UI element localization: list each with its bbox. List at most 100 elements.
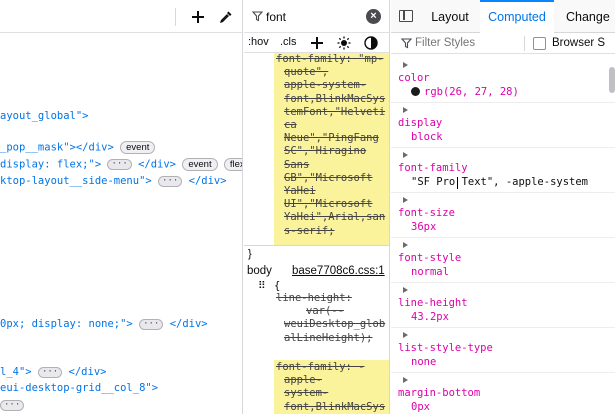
markup-line-2[interactable]: _pop__mask"></div> event [0,141,156,154]
declaration-line: GB","Microsoft [284,171,373,184]
declaration-line: alLineHeight); [284,331,373,344]
computed-property-name[interactable]: line-height [398,297,468,309]
rules-filter-input[interactable]: font [266,10,286,24]
browser-styles-label: Browser S [552,37,606,49]
computed-property-value: rgb(26, 27, 28) [411,86,519,98]
light-theme-icon[interactable] [337,36,351,50]
collapsed-content-button[interactable]: ··· [107,159,132,170]
event-badge[interactable]: event [120,141,156,154]
declaration-line: system- [284,387,329,400]
markup-toolbar [0,0,242,33]
computed-property-name[interactable]: font-style [398,252,461,264]
declaration-line: font-family: - [276,361,365,373]
declaration-line: font-family: "mp- [276,53,384,65]
dark-theme-icon[interactable] [364,36,378,50]
declaration-line: SC","Hiragino [284,145,367,158]
property-divider [391,327,615,328]
markup-line-1[interactable]: ayout_global"> [0,110,89,122]
computed-property-name[interactable]: color [398,72,430,84]
rules-panel: font × :hov .cls font-family: "mp-quote"… [244,0,390,414]
collapsed-content-button[interactable]: ··· [139,318,164,330]
expand-property-toggle[interactable] [403,152,408,158]
filter-icon [401,38,412,49]
computed-property-value: block [411,131,443,143]
computed-property-name[interactable]: font-family [398,162,468,174]
scrollbar-thumb[interactable] [609,67,615,93]
expand-property-toggle[interactable] [403,377,408,383]
markup-line-8[interactable]: ··· [0,399,25,411]
cls-toggle[interactable]: .cls [280,36,297,48]
color-swatch[interactable] [411,87,420,96]
computed-property-value: 36px [411,221,437,233]
rules-actions-bar: :hov .cls [244,33,389,53]
declaration-line: ca [284,119,297,131]
tab-computed[interactable]: Computed [480,0,554,33]
declaration-line: Neue","PingFang [284,132,379,145]
declaration-line: apple-system- [284,79,367,92]
expand-property-toggle[interactable] [403,287,408,293]
browser-styles-checkbox[interactable] [533,37,546,50]
add-node-icon[interactable] [192,11,204,23]
computed-panel: Layout Computed Change Browser S color rg… [391,0,615,414]
rule-divider [244,245,389,246]
filter-divider [524,36,525,51]
property-divider [391,102,615,103]
computed-filter-input[interactable] [415,35,515,51]
property-divider [391,372,615,373]
eyedropper-icon[interactable] [219,10,233,24]
color-value-text: rgb(26, 27, 28) [424,86,519,98]
expand-property-toggle[interactable] [403,107,408,113]
tab-layout[interactable]: Layout [421,0,479,33]
toolbar-divider [175,8,176,26]
expand-property-toggle[interactable] [403,332,408,338]
property-divider [391,282,615,283]
property-divider [391,147,615,148]
markup-line-6[interactable]: l_4"> ··· </div> [0,366,106,378]
collapse-rule-toggle[interactable]: } [248,248,252,260]
rule-open-brace: { [274,280,281,292]
tab-changes[interactable]: Change [566,0,610,33]
sidebar-tabs: Layout Computed Change [391,0,615,33]
declaration-line: YaHei",Arial,san [284,211,386,224]
declaration-line: line-height: [276,292,352,304]
expand-property-toggle[interactable] [403,197,408,203]
declaration-line: apple- [284,374,322,387]
markup-line-7[interactable]: eui-desktop-grid__col_8"> [0,382,158,394]
computed-property-name[interactable]: display [398,117,442,129]
stylesheet-link[interactable]: base7708c6.css:1 [292,265,385,277]
declaration-line: var(-- [306,305,344,318]
computed-property-name[interactable]: margin-bottom [398,387,480,399]
flex-badge[interactable]: flex [223,158,242,171]
computed-property-name[interactable]: font-size [398,207,455,219]
declaration-line: quote", [284,66,329,79]
declaration-line: font,BlinkMacSys [284,400,386,413]
computed-property-value: none [411,356,437,368]
event-badge[interactable]: event [182,158,218,171]
computed-property-name[interactable]: list-style-type [398,342,493,354]
collapsed-content-button[interactable]: ··· [158,175,183,187]
hov-toggle[interactable]: :hov [248,36,269,48]
computed-property-value: 43.2px [411,311,449,323]
declaration-line: UI","Microsoft [284,198,373,211]
declaration-line: font,BlinkMacSys [284,92,386,105]
declaration-line: s-serif; [284,224,335,237]
grid-icon: ⠿ [258,280,266,292]
toggle-sidebar-icon[interactable] [399,10,413,22]
markup-line-3[interactable]: display: flex;"> ··· </div> event flex [0,158,242,171]
computed-property-value: normal [411,266,449,278]
property-divider [391,192,615,193]
markup-panel: ayout_global"> _pop__mask"></div> event … [0,0,243,414]
expand-property-toggle[interactable] [403,242,408,248]
add-rule-icon[interactable] [311,37,323,49]
rule-selector[interactable]: body [247,265,272,277]
collapsed-content-button[interactable]: ··· [37,366,63,378]
declaration-line: YaHei [284,185,316,197]
declaration-line: temFont,"Helveti [284,105,386,118]
expand-property-toggle[interactable] [403,62,408,68]
markup-line-5[interactable]: 0px; display: none;"> ··· </div> [0,318,208,330]
rules-filter-bar: font × [244,0,389,33]
markup-line-4[interactable]: ktop-layout__side-menu"> ··· </div> [0,175,227,187]
collapsed-content-button[interactable]: ··· [0,399,25,411]
text-cursor-icon [457,177,463,189]
clear-filter-icon[interactable]: × [366,9,381,24]
